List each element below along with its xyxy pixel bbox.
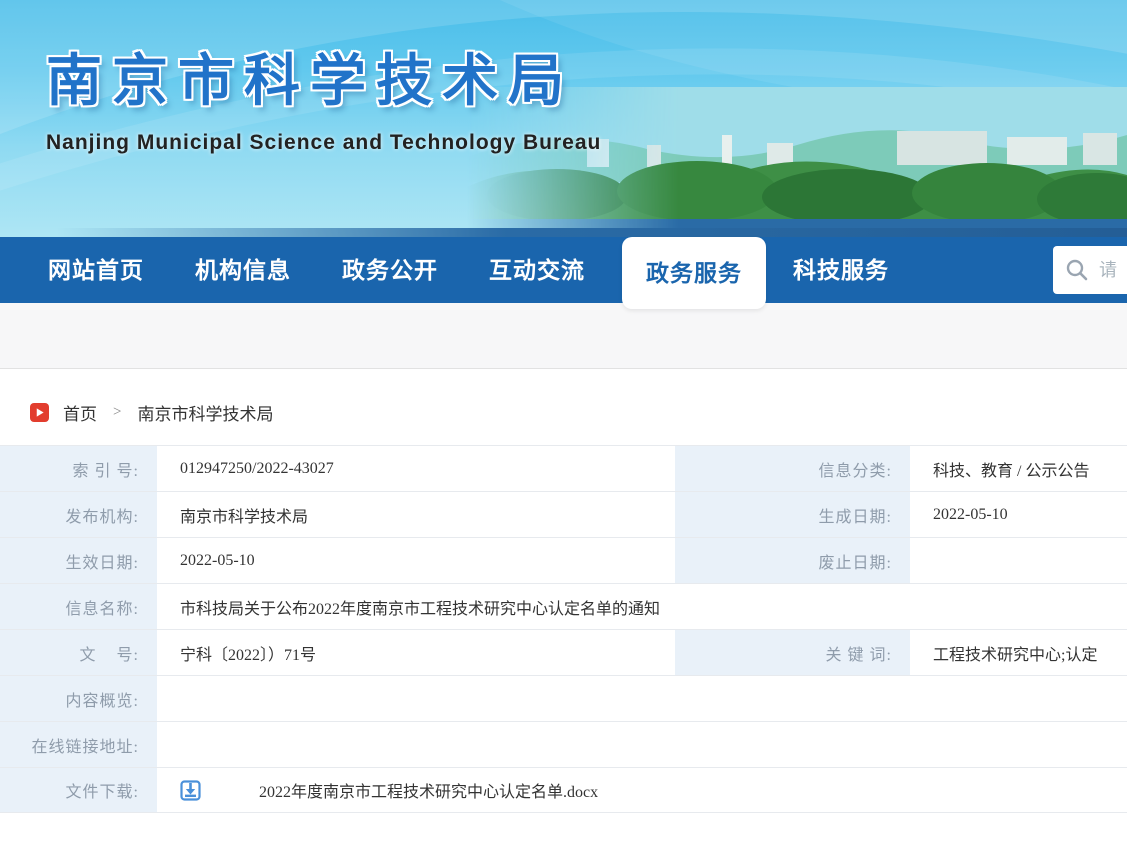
search-icon	[1065, 258, 1089, 282]
nav-item-home[interactable]: 网站首页	[48, 237, 144, 303]
table-row-doc-number: 文 号: 宁科〔2022〕）71号 关 键 词: 工程技术研究中心;认定	[0, 629, 1127, 675]
site-title-chinese: 南京市科学技术局	[46, 36, 601, 117]
expiry-date-label: 废止日期:	[675, 538, 910, 583]
nav-item-org-info[interactable]: 机构信息	[195, 237, 291, 303]
publisher-value: 南京市科学技术局	[160, 492, 672, 537]
expiry-date-value	[913, 538, 1127, 583]
table-row-index-number: 索 引 号: 012947250/2022-43027 信息分类: 科技、教育 …	[0, 445, 1127, 491]
nav-item-gov-disclosure[interactable]: 政务公开	[342, 237, 438, 303]
breadcrumb-current-page: 南京市科学技术局	[137, 400, 273, 425]
content-summary-label: 内容概览:	[0, 676, 157, 721]
download-icon[interactable]	[180, 779, 201, 802]
breadcrumb-separator: >	[113, 404, 121, 421]
download-file-link[interactable]: 2022年度南京市工程技术研究中心认定名单.docx	[259, 778, 598, 802]
info-title-value: 市科技局关于公布2022年度南京市工程技术研究中心认定名单的通知	[160, 584, 1127, 629]
table-row-file-download: 文件下载: 2022年度南京市工程技术研究中心认定名单.docx	[0, 767, 1127, 813]
online-link-value	[160, 722, 1127, 767]
nav-item-tech-services[interactable]: 科技服务	[793, 237, 889, 303]
online-link-label: 在线链接地址:	[0, 722, 157, 767]
file-download-label: 文件下载:	[0, 768, 157, 812]
breadcrumb-home-link[interactable]: 首页	[63, 400, 97, 425]
table-row-online-link: 在线链接地址:	[0, 721, 1127, 767]
search-input[interactable]	[1089, 260, 1127, 281]
search-box[interactable]	[1053, 246, 1127, 294]
site-banner: 南京市科学技术局 Nanjing Municipal Science and T…	[0, 0, 1127, 237]
file-download-value: 2022年度南京市工程技术研究中心认定名单.docx	[160, 768, 1127, 812]
creation-date-label: 生成日期:	[675, 492, 910, 537]
info-category-label: 信息分类:	[675, 446, 910, 491]
effective-date-value: 2022-05-10	[160, 538, 672, 583]
content-area: 首页 > 南京市科学技术局 索 引 号: 012947250/2022-4302…	[0, 369, 1127, 813]
nav-item-gov-services-active[interactable]: 政务服务	[622, 237, 766, 309]
play-icon	[30, 403, 49, 422]
subnav-strip	[0, 303, 1127, 369]
doc-number-value: 宁科〔2022〕）71号	[160, 630, 672, 675]
creation-date-value: 2022-05-10	[913, 492, 1127, 537]
table-row-effective-date: 生效日期: 2022-05-10 废止日期:	[0, 537, 1127, 583]
keywords-label: 关 键 词:	[675, 630, 910, 675]
index-number-label: 索 引 号:	[0, 446, 157, 491]
publisher-label: 发布机构:	[0, 492, 157, 537]
banner-water-edge	[0, 228, 1127, 237]
site-title-english: Nanjing Municipal Science and Technology…	[46, 131, 601, 155]
content-summary-value	[160, 676, 1127, 721]
effective-date-label: 生效日期:	[0, 538, 157, 583]
table-row-content-summary: 内容概览:	[0, 675, 1127, 721]
table-row-publisher: 发布机构: 南京市科学技术局 生成日期: 2022-05-10	[0, 491, 1127, 537]
info-category-value: 科技、教育 / 公示公告	[913, 446, 1127, 491]
info-title-label: 信息名称:	[0, 584, 157, 629]
main-navigation: 网站首页 机构信息 政务公开 互动交流 政务服务 科技服务	[0, 237, 1127, 303]
document-info-table: 索 引 号: 012947250/2022-43027 信息分类: 科技、教育 …	[0, 445, 1127, 813]
doc-number-label: 文 号:	[0, 630, 157, 675]
nav-item-interaction[interactable]: 互动交流	[489, 237, 585, 303]
breadcrumb: 首页 > 南京市科学技术局	[0, 369, 1127, 423]
table-row-info-title: 信息名称: 市科技局关于公布2022年度南京市工程技术研究中心认定名单的通知	[0, 583, 1127, 629]
keywords-value: 工程技术研究中心;认定	[913, 630, 1127, 675]
index-number-value: 012947250/2022-43027	[160, 446, 672, 491]
